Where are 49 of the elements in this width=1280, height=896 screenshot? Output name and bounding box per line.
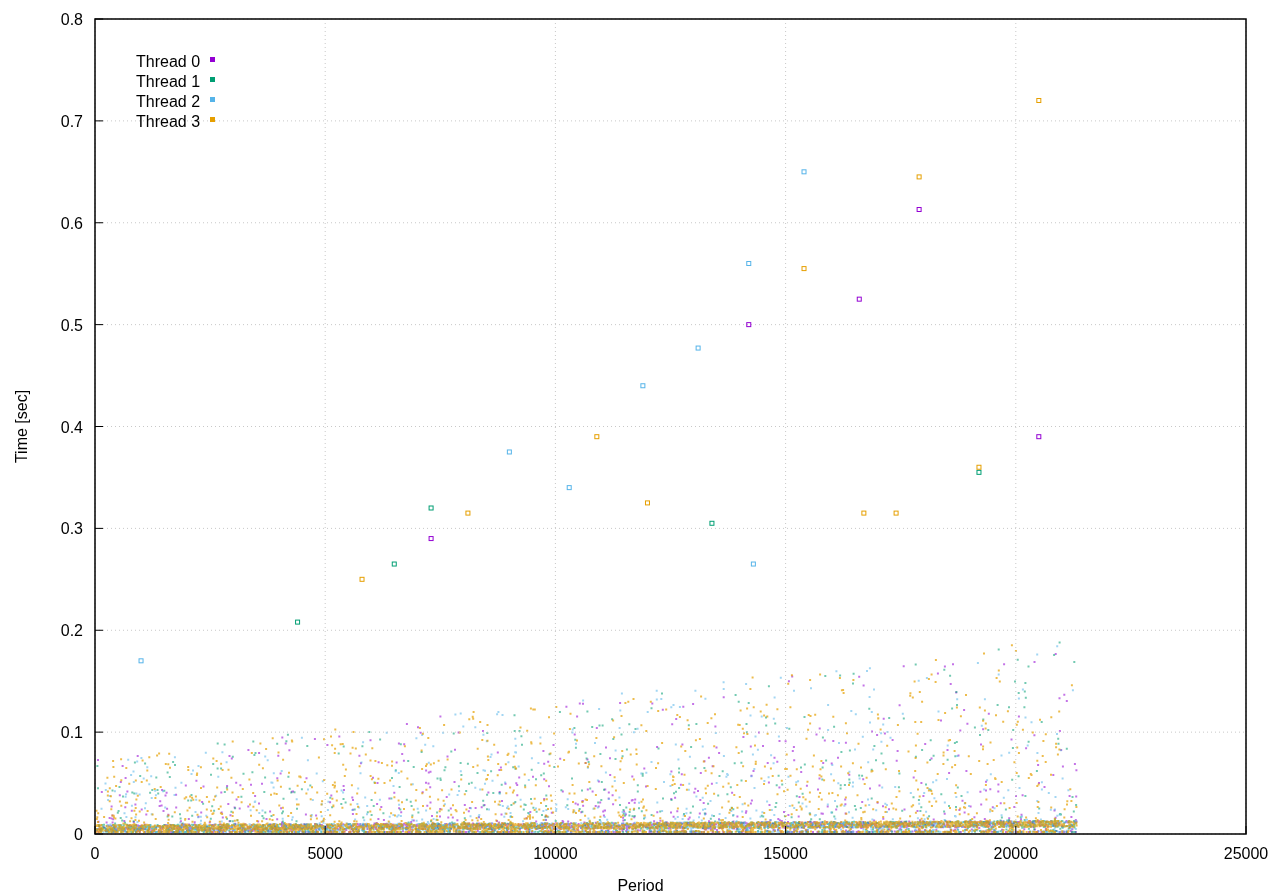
y-tick-label: 0.5 (60, 316, 83, 334)
point (976, 464, 982, 470)
point (506, 449, 512, 455)
point (746, 322, 752, 328)
x-tick-label: 5000 (307, 845, 343, 862)
point (695, 345, 701, 351)
point (138, 658, 144, 664)
y-tick-label: 0.4 (60, 418, 83, 436)
point (976, 469, 982, 475)
point (465, 510, 471, 516)
point (916, 207, 922, 213)
point (295, 619, 301, 625)
x-tick-label: 15000 (763, 845, 808, 862)
point (861, 510, 867, 516)
y-tick-label: 0.2 (60, 622, 83, 640)
y-tick-label: 0.7 (60, 112, 83, 130)
point (916, 174, 922, 180)
point (428, 536, 434, 542)
x-tick-label: 0 (90, 845, 100, 862)
point (709, 520, 715, 526)
point (428, 505, 434, 511)
point (391, 561, 397, 567)
point (893, 510, 899, 516)
y-tick-label: 0.3 (60, 520, 83, 538)
legend-label: Thread 3 (136, 113, 201, 130)
point (644, 500, 650, 506)
point (750, 561, 756, 567)
legend-label: Thread 2 (136, 93, 201, 110)
point (801, 266, 807, 272)
y-tick-label: 0.6 (60, 214, 83, 232)
legend-label: Thread 1 (136, 73, 201, 90)
x-tick-label: 20000 (993, 845, 1039, 862)
point (566, 485, 572, 491)
point (594, 434, 600, 440)
point (746, 261, 752, 266)
y-tick-label: 0.8 (60, 11, 83, 28)
point (1036, 434, 1042, 440)
legend-label: Thread 0 (136, 53, 201, 70)
point (856, 296, 862, 302)
point (1036, 98, 1042, 103)
y-tick-label: 0.1 (60, 724, 83, 742)
x-tick-label: 25000 (1223, 845, 1269, 862)
x-tick-label: 10000 (533, 845, 578, 862)
y-axis-label: Time [sec] (13, 389, 30, 464)
point (640, 383, 646, 389)
x-axis-label: Period (617, 877, 664, 894)
point (359, 576, 365, 582)
y-tick-label: 0 (74, 826, 83, 843)
point (801, 169, 807, 175)
